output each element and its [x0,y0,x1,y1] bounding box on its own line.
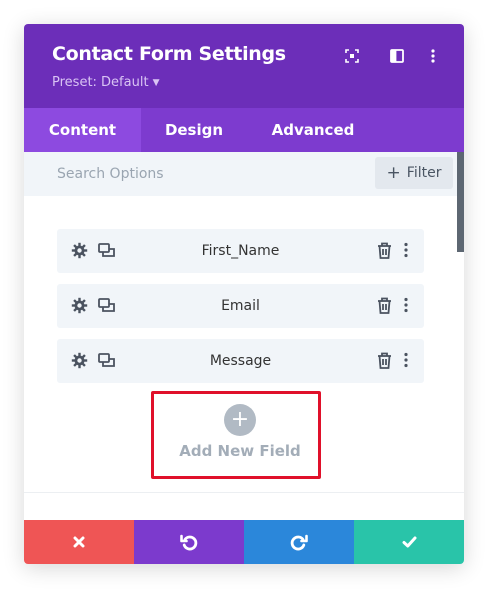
tab-content[interactable]: Content [24,108,141,152]
duplicate-icon[interactable] [98,242,115,263]
filter-button[interactable]: + Filter [375,157,453,189]
divider [24,492,464,493]
close-icon [73,536,85,548]
add-new-field-button[interactable]: Add New Field [164,442,316,460]
cancel-button[interactable] [24,520,134,564]
gear-icon[interactable] [71,352,88,373]
redo-button[interactable] [244,520,354,564]
search-input[interactable] [24,152,369,196]
preset-selector[interactable]: Preset: Default ▼ [52,75,159,90]
tab-advanced[interactable]: Advanced [247,108,379,152]
more-vertical-icon[interactable] [404,352,408,372]
undo-icon [180,534,198,551]
field-row-message[interactable]: Message [57,339,424,383]
field-row-first-name[interactable]: First_Name [57,229,424,273]
caret-down-icon: ▼ [152,78,160,88]
more-vertical-icon[interactable] [423,46,443,66]
focus-icon[interactable] [342,46,362,66]
field-label: Message [209,353,272,369]
scrollbar[interactable] [457,152,464,252]
save-button[interactable] [354,520,464,564]
sidebar-icon[interactable] [387,46,407,66]
modal-title: Contact Form Settings [52,43,286,65]
field-label: Email [221,298,260,314]
add-field-plus-icon[interactable]: + [224,404,256,436]
trash-icon[interactable] [377,297,392,318]
settings-modal: Contact Form Settings Preset: Default ▼ C… [24,24,464,564]
preset-label: Preset: Default [52,75,149,90]
gear-icon[interactable] [71,297,88,318]
modal-footer [24,520,464,564]
redo-icon [290,534,308,551]
search-bar: + Filter [24,152,457,196]
more-vertical-icon[interactable] [404,297,408,317]
duplicate-icon[interactable] [98,352,115,373]
undo-button[interactable] [134,520,244,564]
filter-label: Filter [406,165,442,181]
plus-icon: + [386,163,401,183]
gear-icon[interactable] [71,242,88,263]
tab-design[interactable]: Design [141,108,247,152]
duplicate-icon[interactable] [98,297,115,318]
field-label: First_Name [201,243,280,259]
trash-icon[interactable] [377,242,392,263]
more-vertical-icon[interactable] [404,242,408,262]
tab-bar: Content Design Advanced [24,108,464,152]
modal-header: Contact Form Settings Preset: Default ▼ [24,24,464,108]
check-icon [402,536,416,548]
field-row-email[interactable]: Email [57,284,424,328]
trash-icon[interactable] [377,352,392,373]
